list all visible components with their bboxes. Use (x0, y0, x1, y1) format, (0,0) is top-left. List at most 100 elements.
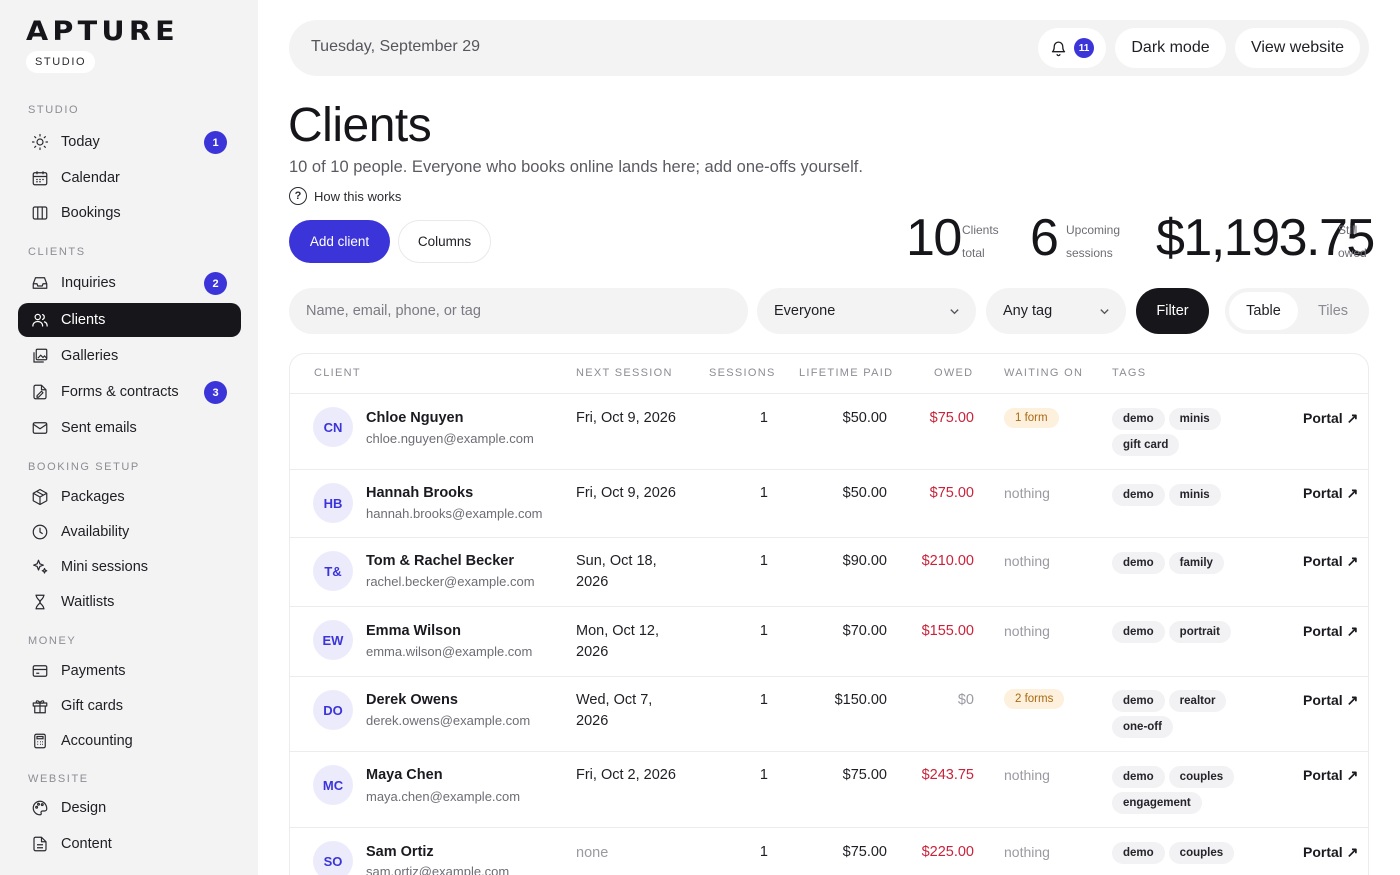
chevron-down-icon (1100, 309, 1109, 315)
column-header-lifetime-paid[interactable]: LIFETIME PAID (799, 367, 893, 379)
client-name[interactable]: Tom & Rachel Becker (366, 553, 514, 569)
portal-link[interactable]: Portal ↗ (1303, 692, 1358, 709)
inbox-icon (32, 277, 48, 289)
sidebar-item-clients[interactable]: Clients (18, 303, 241, 337)
bell-icon (1051, 40, 1066, 56)
portal-link[interactable]: Portal ↗ (1303, 767, 1358, 784)
stat-sessions-value: 6 (1030, 209, 1059, 267)
portal-link[interactable]: Portal ↗ (1303, 410, 1358, 427)
tag-select[interactable]: Any tag (986, 288, 1126, 334)
sidebar-item-waitlists[interactable]: Waitlists (18, 585, 241, 619)
tag-chip: demo (1112, 690, 1165, 712)
table-row[interactable]: MC Maya Chen maya.chen@example.com Fri, … (290, 752, 1368, 828)
portal-link[interactable]: Portal ↗ (1303, 844, 1358, 861)
table-row[interactable]: DO Derek Owens derek.owens@example.com W… (290, 677, 1368, 752)
portal-link[interactable]: Portal ↗ (1303, 623, 1358, 640)
tag-list: demo portrait (1112, 621, 1252, 647)
stat-clients-label: Clients (962, 223, 999, 237)
session-count: 1 (759, 553, 768, 569)
add-client-button[interactable]: Add client (289, 220, 390, 263)
column-header-tags[interactable]: TAGS (1112, 367, 1146, 379)
column-header-client[interactable]: CLIENT (314, 367, 361, 379)
sidebar-item-payments[interactable]: Payments (18, 654, 241, 688)
sidebar-item-bookings[interactable]: Bookings (18, 196, 241, 230)
avatar: HB (313, 483, 353, 523)
lifetime-paid: $75.00 (842, 844, 887, 860)
sidebar-item-label: Mini sessions (61, 559, 149, 575)
sidebar-item-label: Bookings (61, 205, 121, 221)
owed-amount: $225.00 (921, 844, 974, 860)
view-table-option[interactable]: Table (1229, 292, 1298, 330)
portal-link[interactable]: Portal ↗ (1303, 485, 1358, 502)
session-count: 1 (759, 485, 768, 501)
column-header-next-session[interactable]: NEXT SESSION (576, 367, 673, 379)
tag-chip: couples (1168, 842, 1235, 864)
stat-sessions-label: Upcoming (1066, 223, 1121, 237)
sidebar-item-label: Design (61, 800, 107, 816)
tag-list: demo couples engagement (1112, 766, 1252, 818)
sidebar-item-label: Sent emails (61, 420, 137, 436)
credit-card-icon (32, 665, 48, 677)
sidebar-item-packages[interactable]: Packages (18, 480, 241, 514)
stat-sessions-label: sessions (1066, 246, 1113, 260)
lifetime-paid: $70.00 (842, 623, 887, 639)
table-row[interactable]: CN Chloe Nguyen chloe.nguyen@example.com… (290, 394, 1368, 470)
table-row[interactable]: HB Hannah Brooks hannah.brooks@example.c… (290, 470, 1368, 538)
client-name[interactable]: Sam Ortiz (366, 844, 434, 860)
columns-button[interactable]: Columns (398, 220, 491, 263)
sidebar-item-galleries[interactable]: Galleries (18, 339, 241, 373)
sidebar-item-calendar[interactable]: Calendar (18, 161, 241, 195)
sidebar-item-design[interactable]: Design (18, 791, 241, 825)
tag-chip: realtor (1168, 690, 1227, 712)
dark-mode-button[interactable]: Dark mode (1115, 28, 1226, 68)
tag-chip: family (1168, 552, 1224, 574)
table-row[interactable]: SO Sam Ortiz sam.ortiz@example.com none … (290, 828, 1368, 875)
section-label-booking-setup: BOOKING SETUP (28, 461, 140, 473)
client-search-input[interactable] (289, 288, 748, 334)
sidebar-item-sent-emails[interactable]: Sent emails (18, 411, 241, 445)
owed-amount: $75.00 (929, 410, 974, 426)
client-email: derek.owens@example.com (366, 713, 531, 728)
sidebar-item-label: Content (61, 836, 112, 852)
notifications-button[interactable]: 11 (1038, 28, 1106, 68)
client-name[interactable]: Hannah Brooks (366, 485, 473, 501)
sidebar-item-mini-sessions[interactable]: Mini sessions (18, 550, 241, 584)
column-header-sessions[interactable]: SESSIONS (709, 367, 776, 379)
client-name[interactable]: Emma Wilson (366, 623, 461, 639)
client-email: hannah.brooks@example.com (366, 506, 543, 521)
column-header-waiting-on[interactable]: WAITING ON (1004, 367, 1083, 379)
view-website-button[interactable]: View website (1235, 28, 1360, 68)
brand-logo[interactable]: APTURE (26, 18, 179, 46)
view-tiles-option[interactable]: Tiles (1305, 292, 1361, 330)
sidebar-item-gift-cards[interactable]: Gift cards (18, 689, 241, 723)
help-icon: ? (289, 187, 307, 205)
how-this-works-label: How this works (314, 188, 402, 204)
sidebar-item-label: Calendar (61, 170, 120, 186)
lifetime-paid: $75.00 (842, 767, 887, 783)
section-label-clients: CLIENTS (28, 246, 86, 258)
avatar: MC (313, 765, 353, 805)
how-this-works-link[interactable]: ? How this works (289, 187, 401, 205)
client-name[interactable]: Maya Chen (366, 767, 443, 783)
audience-select[interactable]: Everyone (757, 288, 976, 334)
section-label-studio: STUDIO (28, 104, 80, 116)
sidebar-item-content[interactable]: Content (18, 827, 241, 861)
filter-button[interactable]: Filter (1136, 288, 1209, 334)
portal-link[interactable]: Portal ↗ (1303, 553, 1358, 570)
client-name[interactable]: Chloe Nguyen (366, 410, 463, 426)
chevron-down-icon (950, 309, 959, 315)
sun-icon (31, 133, 49, 151)
sidebar-item-forms-contracts[interactable]: Forms & contracts 3 (18, 375, 241, 409)
table-row[interactable]: T& Tom & Rachel Becker rachel.becker@exa… (290, 538, 1368, 607)
sidebar-item-availability[interactable]: Availability (18, 515, 241, 549)
sidebar-item-accounting[interactable]: Accounting (18, 724, 241, 758)
column-header-owed[interactable]: OWED (934, 367, 973, 379)
client-name[interactable]: Derek Owens (366, 692, 458, 708)
table-row[interactable]: EW Emma Wilson emma.wilson@example.com M… (290, 607, 1368, 677)
next-session: Sun, Oct 18, 2026 (576, 553, 657, 590)
sidebar-item-inquiries[interactable]: Inquiries 2 (18, 266, 241, 300)
sidebar-item-label: Forms & contracts (61, 384, 179, 400)
inquiries-count-badge: 2 (204, 272, 227, 295)
sidebar-item-today[interactable]: Today 1 (18, 125, 241, 159)
page-subtitle: 10 of 10 people. Everyone who books onli… (289, 158, 863, 176)
